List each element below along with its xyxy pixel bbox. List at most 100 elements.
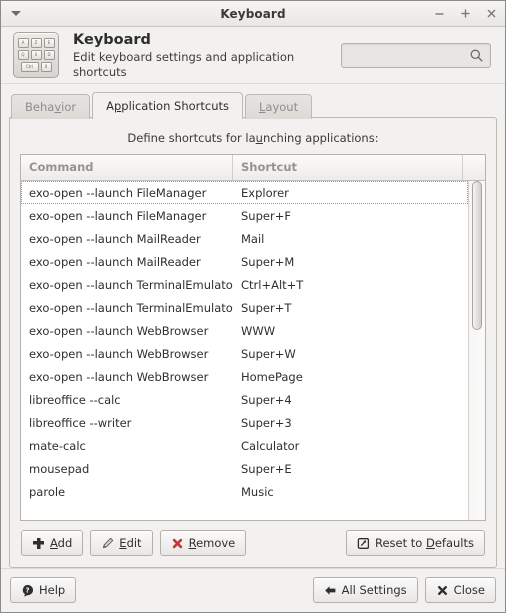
scrollbar-thumb[interactable]: [472, 181, 482, 331]
cell-shortcut: Super+T: [241, 300, 292, 315]
window-controls: [432, 1, 499, 26]
table-row[interactable]: exo-open --launch MailReader Mail: [21, 227, 468, 250]
tab-behavior[interactable]: Behavior: [11, 94, 91, 119]
titlebar: Keyboard: [1, 1, 505, 27]
cell-command: libreoffice --calc: [29, 392, 121, 407]
search-field[interactable]: [341, 42, 491, 68]
tab-layout[interactable]: Layout: [245, 94, 313, 119]
vertical-scrollbar[interactable]: [468, 181, 485, 520]
close-button-label: Close: [453, 583, 485, 597]
keycap: A: [17, 38, 29, 48]
red-x-icon: [171, 537, 184, 550]
table-body-wrap: exo-open --launch FileManager Explorer exo…: [21, 181, 485, 520]
cell-shortcut: HomePage: [241, 369, 303, 384]
cell-command: exo-open --launch WebBrowser: [29, 369, 209, 384]
application-shortcuts-panel: Define shortcuts for launching applicati…: [9, 117, 497, 568]
cell-command: exo-open --launch TerminalEmulator: [29, 300, 233, 315]
tab-application-shortcuts-label: Application Shortcuts: [106, 99, 229, 113]
cell-shortcut: Calculator: [241, 438, 300, 453]
cell-shortcut: Super+W: [241, 346, 296, 361]
cell-command: exo-open --launch WebBrowser: [29, 323, 209, 338]
close-button[interactable]: Close: [424, 577, 496, 603]
tab-layout-label: Layout: [259, 100, 299, 114]
column-header-shortcut[interactable]: Shortcut: [233, 155, 463, 180]
dialog-bottom-bar: ? Help All Settings Close: [1, 568, 505, 612]
add-button[interactable]: Add: [21, 530, 84, 556]
table-row[interactable]: exo-open --launch WebBrowser HomePage: [21, 365, 468, 388]
page-subtitle: Edit keyboard settings and application s…: [73, 49, 295, 79]
window-menu-chevron-down-icon[interactable]: [8, 6, 24, 21]
cell-shortcut: Super+F: [241, 208, 291, 223]
cell-command: exo-open --launch MailReader: [29, 254, 201, 269]
cell-command: exo-open --launch WebBrowser: [29, 346, 209, 361]
keycap: S: [30, 50, 42, 60]
svg-text:?: ?: [25, 586, 29, 594]
table-row[interactable]: exo-open --launch TerminalEmulator Super+…: [21, 296, 468, 319]
panel-description-before: Define shortcuts for la: [127, 131, 256, 145]
close-x-icon: [436, 584, 449, 597]
remove-button-label: Remove: [188, 536, 236, 550]
minimize-icon[interactable]: [432, 6, 447, 21]
cell-command: exo-open --launch MailReader: [29, 231, 201, 246]
table-row[interactable]: exo-open --launch TerminalEmulator Ctrl+A…: [21, 273, 468, 296]
table-row[interactable]: exo-open --launch MailReader Super+M: [21, 250, 468, 273]
tab-list: Behavior Application Shortcuts Layout: [9, 90, 497, 119]
shortcuts-table: Command Shortcut exo-open --launch FileM…: [20, 154, 486, 521]
cell-command: exo-open --launch TerminalEmulator: [29, 277, 233, 292]
reset-to-defaults-button-label: Reset to Defaults: [375, 536, 474, 550]
keycap: Q: [17, 50, 29, 60]
all-settings-button-label: All Settings: [341, 583, 407, 597]
cell-shortcut: Ctrl+Alt+T: [241, 277, 304, 292]
panel-description-after: nching applications:: [262, 131, 379, 145]
window-title: Keyboard: [220, 6, 286, 21]
page-title: Keyboard: [73, 31, 151, 48]
cell-shortcut: Explorer: [241, 185, 289, 200]
keyboard-icon: A Z E Q S D Ctrl 0: [13, 32, 59, 78]
back-arrow-icon: [324, 584, 337, 597]
reset-icon: [357, 537, 370, 550]
edit-button-label: Edit: [119, 536, 142, 550]
table-row[interactable]: libreoffice --writer Super+3: [21, 411, 468, 434]
panel-description-mnemonic: u: [255, 131, 263, 145]
table-row[interactable]: exo-open --launch FileManager Super+F: [21, 204, 468, 227]
cell-shortcut: Music: [241, 484, 274, 499]
keycap: 0: [40, 62, 52, 72]
table-row[interactable]: exo-open --launch FileManager Explorer: [21, 181, 468, 204]
table-row[interactable]: exo-open --launch WebBrowser WWW: [21, 319, 468, 342]
keycap: D: [43, 50, 55, 60]
cell-shortcut: Super+3: [241, 415, 292, 430]
column-header-command[interactable]: Command: [21, 155, 233, 180]
close-icon[interactable]: [484, 6, 499, 21]
keycap: Ctrl: [20, 62, 39, 72]
cell-shortcut: WWW: [241, 323, 276, 338]
table-row[interactable]: mate-calc Calculator: [21, 434, 468, 457]
tab-application-shortcuts[interactable]: Application Shortcuts: [92, 92, 243, 119]
cell-command: exo-open --launch FileManager: [29, 185, 207, 200]
table-row[interactable]: parole Music: [21, 480, 468, 503]
cell-command: exo-open --launch FileManager: [29, 208, 207, 223]
table-row[interactable]: exo-open --launch WebBrowser Super+W: [21, 342, 468, 365]
pencil-icon: [101, 537, 114, 550]
remove-button[interactable]: Remove: [159, 530, 247, 556]
plus-icon: [32, 537, 45, 550]
reset-to-defaults-button[interactable]: Reset to Defaults: [346, 530, 485, 556]
table-row[interactable]: mousepad Super+E: [21, 457, 468, 480]
cell-command: mousepad: [29, 461, 90, 476]
help-icon: ?: [21, 584, 34, 597]
search-input[interactable]: [341, 42, 491, 68]
edit-button[interactable]: Edit: [90, 530, 153, 556]
maximize-icon[interactable]: [458, 6, 473, 21]
tab-behavior-label: Behavior: [25, 100, 77, 114]
cell-shortcut: Super+M: [241, 254, 295, 269]
help-button[interactable]: ? Help: [10, 577, 77, 603]
cell-command: mate-calc: [29, 438, 86, 453]
cell-shortcut: Super+4: [241, 392, 292, 407]
table-body[interactable]: exo-open --launch FileManager Explorer exo…: [21, 181, 468, 520]
all-settings-button[interactable]: All Settings: [312, 577, 418, 603]
table-row[interactable]: libreoffice --calc Super+4: [21, 388, 468, 411]
settings-notebook: Behavior Application Shortcuts Layout De…: [9, 90, 497, 568]
table-actions: Add Edit Remove Reset to Defaults: [20, 521, 486, 558]
cell-command: parole: [29, 484, 66, 499]
panel-description: Define shortcuts for launching applicati…: [20, 131, 486, 145]
help-button-label: Help: [39, 583, 66, 597]
